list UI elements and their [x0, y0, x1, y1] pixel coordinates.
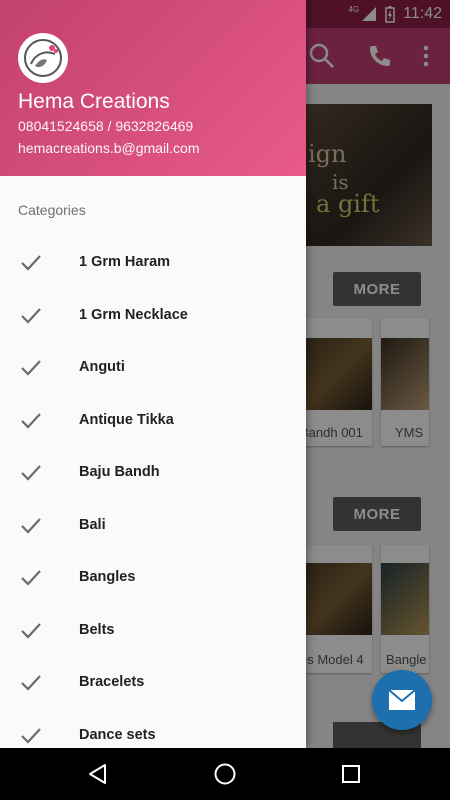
- category-item[interactable]: 1 Grm Necklace: [0, 289, 306, 342]
- category-item[interactable]: Bracelets: [0, 656, 306, 709]
- category-label: Antique Tikka: [79, 411, 174, 428]
- category-label: Bali: [79, 516, 106, 533]
- mail-icon: [388, 689, 416, 710]
- brand-name: Hema Creations: [18, 90, 170, 113]
- category-item[interactable]: Bali: [0, 499, 306, 552]
- categories-heading: Categories: [18, 202, 86, 218]
- category-item[interactable]: 1 Grm Haram: [0, 236, 306, 289]
- category-label: 1 Grm Necklace: [79, 306, 188, 323]
- category-label: Belts: [79, 621, 115, 638]
- check-icon: [21, 360, 41, 376]
- category-label: Dance sets: [79, 726, 156, 743]
- check-icon: [21, 517, 41, 534]
- check-icon: [21, 307, 41, 324]
- check-icon: [21, 727, 41, 744]
- category-item[interactable]: Anguti: [0, 341, 306, 394]
- check-icon: [21, 465, 41, 481]
- brand-logo: [18, 33, 68, 83]
- check-icon: [21, 622, 41, 639]
- check-icon: [21, 255, 41, 271]
- category-item[interactable]: Dance sets: [0, 709, 306, 749]
- check-icon: [21, 412, 41, 429]
- category-item[interactable]: Belts: [0, 604, 306, 657]
- check-icon: [21, 570, 41, 586]
- category-label: Bracelets: [79, 674, 145, 691]
- category-list: 1 Grm Haram 1 Grm Necklace Anguti Antique T…: [0, 236, 306, 748]
- brand-phone[interactable]: 08041524658 / 9632826469: [18, 118, 193, 134]
- category-label: 1 Grm Haram: [79, 254, 171, 271]
- navigation-drawer: Hema Creations 08041524658 / 9632826469 …: [0, 0, 306, 748]
- home-icon[interactable]: [209, 758, 241, 790]
- category-label: Anguti: [79, 359, 125, 376]
- category-item[interactable]: Bangles: [0, 551, 306, 604]
- brand-email[interactable]: hemacreations.b@gmail.com: [18, 140, 200, 156]
- category-item[interactable]: Antique Tikka: [0, 394, 306, 447]
- drawer-header: Hema Creations 08041524658 / 9632826469 …: [0, 0, 306, 176]
- check-icon: [21, 675, 41, 691]
- category-item[interactable]: Baju Bandh: [0, 446, 306, 499]
- back-icon[interactable]: [82, 758, 114, 790]
- category-label: Baju Bandh: [79, 464, 160, 481]
- email-fab[interactable]: [372, 670, 432, 730]
- system-nav-bar: [0, 748, 450, 800]
- category-label: Bangles: [79, 569, 136, 586]
- recents-icon[interactable]: [335, 758, 367, 790]
